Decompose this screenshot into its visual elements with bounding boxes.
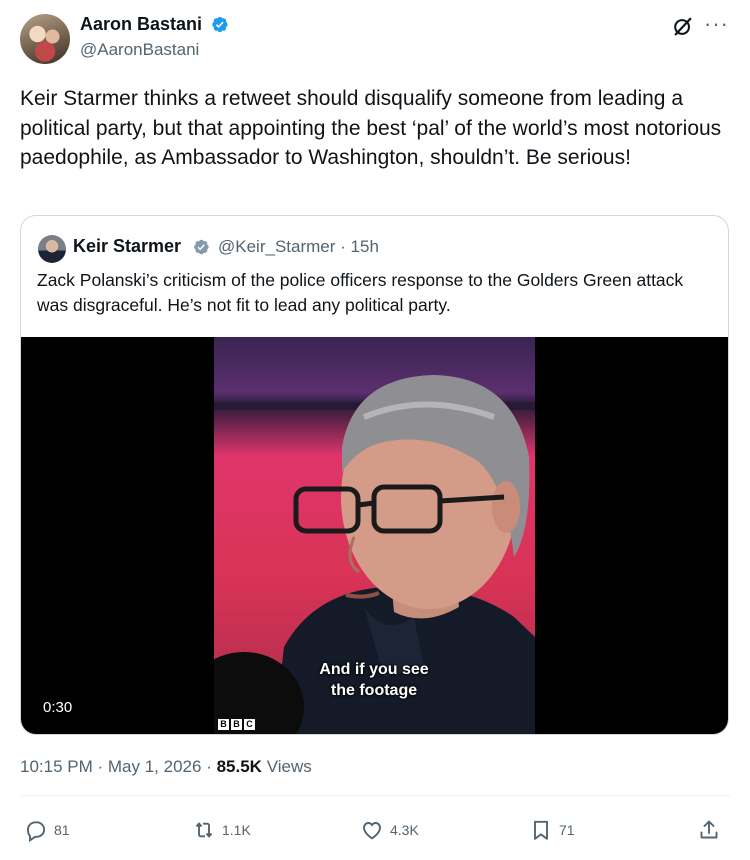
heart-icon xyxy=(363,822,381,840)
bbc-letter-2: B xyxy=(231,719,242,730)
like-button[interactable]: 4.3K xyxy=(360,818,419,842)
quoted-verified-badge-icon xyxy=(194,239,209,255)
verified-badge-icon xyxy=(212,16,228,33)
tweet: Aaron Bastani @AaronBastani ··· Keir Sta… xyxy=(0,0,750,860)
grok-icon[interactable] xyxy=(672,16,694,38)
video-player[interactable]: And if you see the footage B B C 0:30 xyxy=(21,337,728,734)
bbc-letter-1: B xyxy=(218,719,229,730)
tweet-text: Keir Starmer thinks a retweet should dis… xyxy=(20,87,722,169)
tweet-date[interactable]: May 1, 2026 xyxy=(108,757,202,776)
share-icon xyxy=(700,820,718,839)
action-bar: 81 1.1K 4.3K 71 xyxy=(0,810,750,850)
quoted-tweet[interactable]: Keir Starmer @Keir_Starmer · 15h Zack Po… xyxy=(20,215,729,735)
quoted-author-handle: @Keir_Starmer xyxy=(218,237,336,256)
repost-button[interactable]: 1.1K xyxy=(192,818,251,842)
video-frame: And if you see the footage B B C xyxy=(214,337,535,734)
author-name[interactable]: Aaron Bastani xyxy=(80,14,202,35)
divider xyxy=(20,795,730,796)
bookmark-count: 71 xyxy=(559,822,575,838)
tweet-timestamp: 10:15 PM · May 1, 2026 · 85.5K Views xyxy=(20,757,312,777)
more-options-icon[interactable]: ··· xyxy=(704,13,729,35)
video-caption: And if you see the footage xyxy=(294,659,454,701)
quoted-time: 15h xyxy=(350,237,379,256)
quoted-tweet-text: Zack Polanski’s criticism of the police … xyxy=(37,270,684,315)
quoted-author-avatar xyxy=(38,235,66,263)
reply-count: 81 xyxy=(54,822,70,838)
caption-line-2: the footage xyxy=(330,682,418,699)
reply-icon xyxy=(27,821,46,842)
separator-dot: · xyxy=(97,757,108,776)
repost-count: 1.1K xyxy=(222,822,251,838)
views-label: Views xyxy=(266,757,312,776)
bookmark-icon xyxy=(534,820,548,840)
separator-dot: · xyxy=(340,237,351,256)
share-button[interactable] xyxy=(697,818,721,842)
tweet-time[interactable]: 10:15 PM xyxy=(20,757,93,776)
author-avatar[interactable] xyxy=(20,14,70,64)
bbc-letter-3: C xyxy=(244,719,255,730)
video-duration: 0:30 xyxy=(35,696,81,719)
separator-dot: · xyxy=(206,757,217,776)
repost-icon xyxy=(195,822,213,838)
author-handle[interactable]: @AaronBastani xyxy=(80,40,199,60)
bookmark-button[interactable]: 71 xyxy=(529,818,575,842)
like-count: 4.3K xyxy=(390,822,419,838)
bbc-logo: B B C xyxy=(218,719,255,730)
quoted-author-name: Keir Starmer xyxy=(73,236,182,256)
caption-line-1: And if you see xyxy=(319,661,429,678)
reply-button[interactable]: 81 xyxy=(24,818,70,842)
quoted-meta: @Keir_Starmer · 15h xyxy=(218,237,379,257)
views-count: 85.5K xyxy=(216,757,262,776)
